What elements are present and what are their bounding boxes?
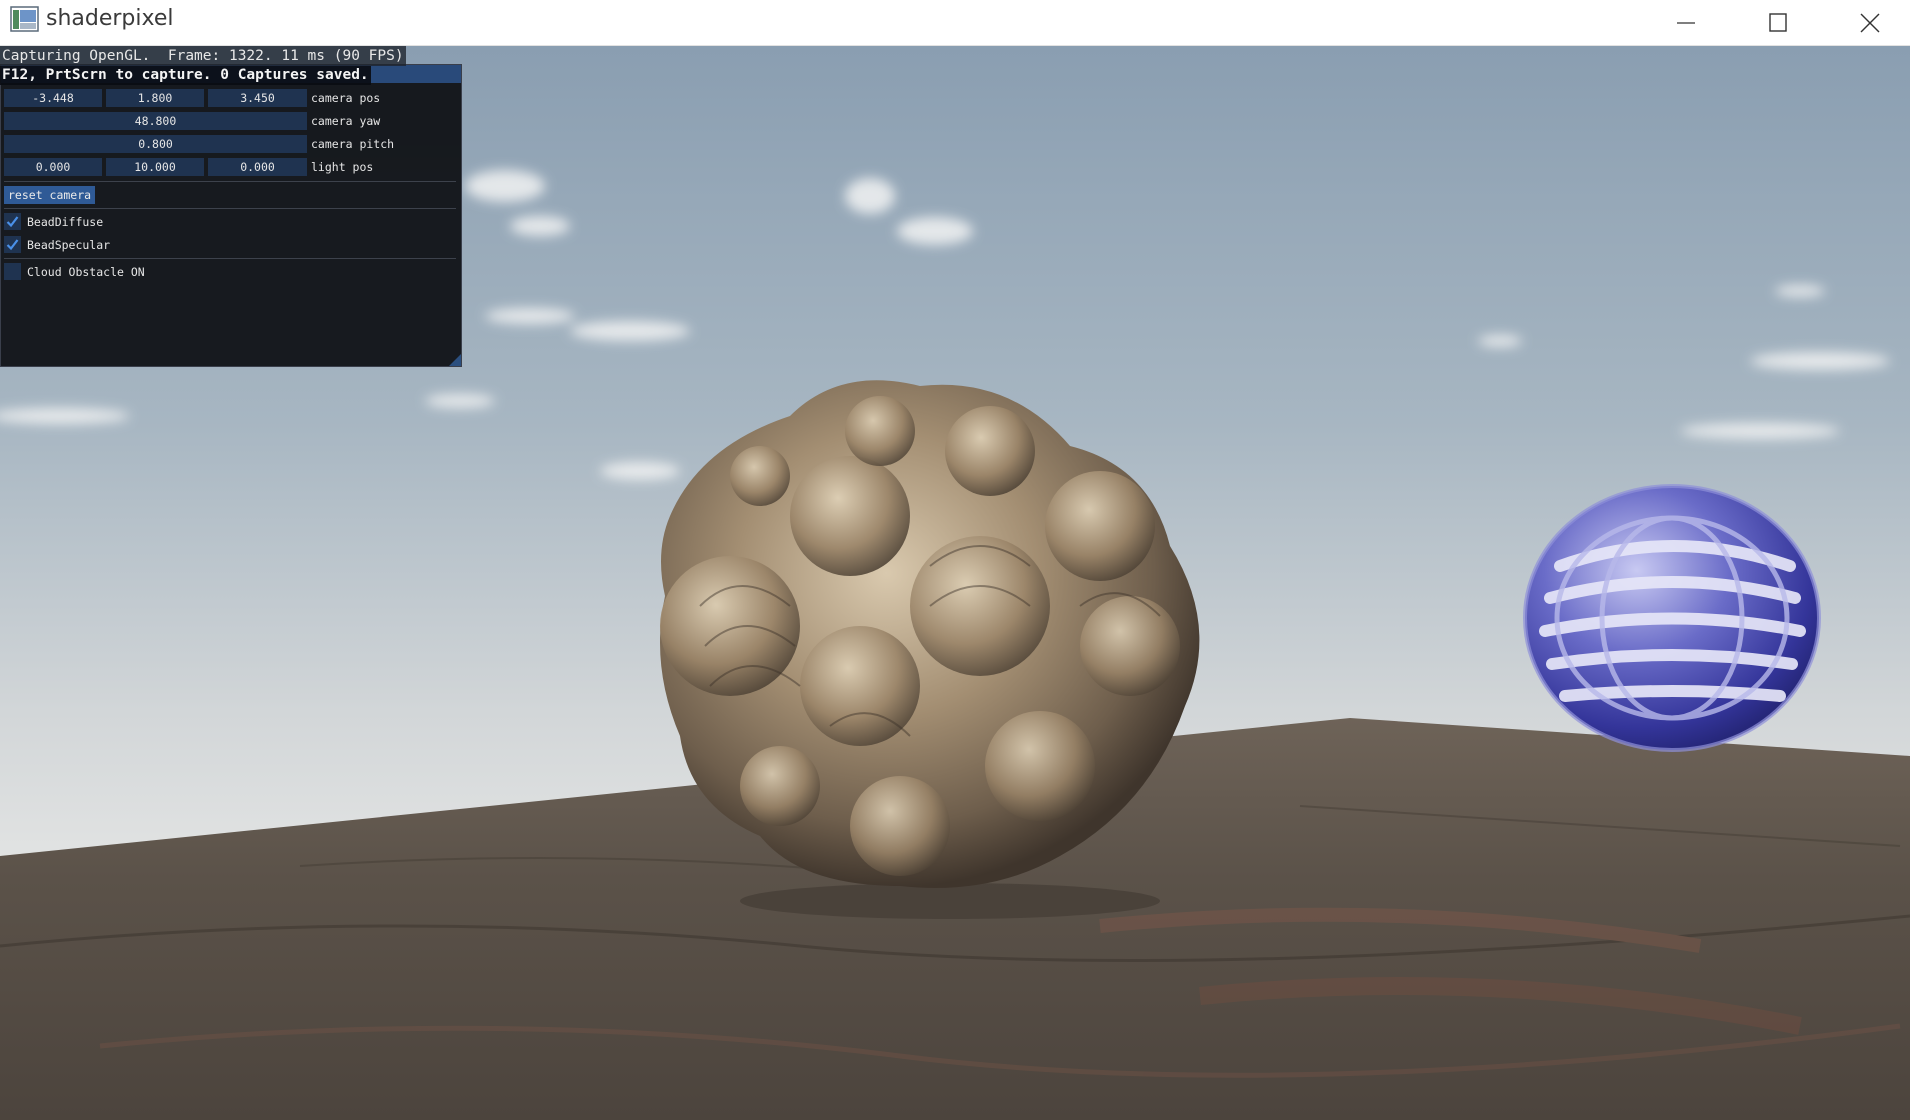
camera-pos-label: camera pos [311, 91, 381, 105]
checkbox-box[interactable] [4, 263, 21, 280]
capture-status-text: Capturing OpenGL. Frame: 1322. 11 ms (90… [0, 46, 406, 66]
debug-panel[interactable]: -3.448 1.800 3.450 camera pos 48.800 cam… [0, 64, 462, 367]
maximize-button[interactable] [1732, 0, 1824, 45]
close-icon [1860, 13, 1880, 32]
camera-pitch-label: camera pitch [311, 137, 395, 151]
camera-pos-x-field[interactable]: -3.448 [4, 89, 102, 107]
camera-pos-y-field[interactable]: 1.800 [106, 89, 204, 107]
light-pos-z-field[interactable]: 0.000 [208, 158, 307, 176]
cloud-obstacle-label: Cloud Obstacle ON [27, 265, 145, 279]
title-bar[interactable]: shaderpixel [0, 0, 1910, 46]
separator [4, 181, 456, 182]
separator [4, 208, 456, 209]
bead-specular-label: BeadSpecular [27, 238, 111, 252]
checkbox-box[interactable] [4, 236, 21, 253]
light-pos-x-field[interactable]: 0.000 [4, 158, 102, 176]
light-pos-y-field[interactable]: 10.000 [106, 158, 204, 176]
app-window: shaderpixel Capturing OpenGL. Frame: 132… [0, 0, 1910, 1120]
resize-grip[interactable] [449, 354, 461, 366]
app-icon [10, 6, 39, 32]
capture-hint-text: F12, PrtScrn to capture. 0 Captures save… [0, 66, 371, 85]
reset-camera-button[interactable]: reset camera [4, 186, 96, 204]
checkmark-icon [6, 239, 19, 251]
close-button[interactable] [1824, 0, 1910, 45]
camera-pos-z-field[interactable]: 3.450 [208, 89, 307, 107]
minimize-icon [1677, 21, 1695, 24]
camera-pitch-field[interactable]: 0.800 [4, 135, 307, 153]
window-title: shaderpixel [46, 6, 174, 31]
bead-orb [1523, 484, 1821, 752]
minimize-button[interactable] [1640, 0, 1732, 45]
separator [4, 258, 456, 259]
light-pos-label: light pos [311, 160, 374, 174]
camera-yaw-field[interactable]: 48.800 [4, 112, 307, 130]
checkmark-icon [6, 216, 19, 228]
bead-diffuse-label: BeadDiffuse [27, 215, 104, 229]
maximize-icon [1769, 12, 1787, 32]
checkbox-box[interactable] [4, 213, 21, 230]
camera-yaw-label: camera yaw [311, 114, 381, 128]
